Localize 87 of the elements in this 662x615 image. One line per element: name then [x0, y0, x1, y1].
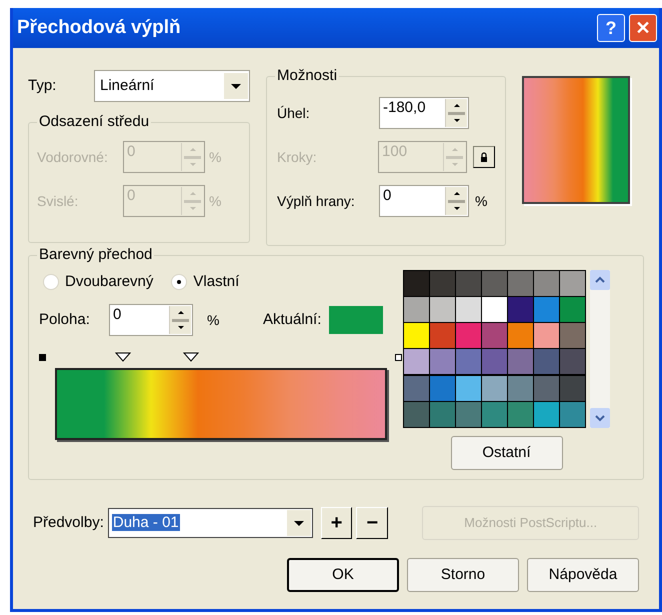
unit-label: %	[209, 148, 222, 166]
color-swatch[interactable]	[508, 349, 533, 374]
field-label: Předvolby:	[33, 512, 104, 533]
color-swatch[interactable]	[404, 376, 429, 401]
color-swatch[interactable]	[482, 323, 507, 348]
close-button[interactable]: ✕	[629, 14, 657, 42]
radio-label: Vlastní	[193, 272, 240, 292]
end-marker-icon[interactable]	[395, 354, 402, 361]
color-swatch[interactable]	[508, 297, 533, 322]
scroll-up-icon[interactable]	[590, 270, 610, 290]
color-swatch[interactable]	[430, 402, 455, 427]
color-swatch[interactable]	[534, 376, 559, 401]
color-swatch[interactable]	[430, 323, 455, 348]
other-colors-button[interactable]: Ostatní	[450, 436, 562, 470]
unit-label: %	[209, 192, 222, 210]
spinner-icon[interactable]	[445, 187, 467, 215]
field-label: Typ:	[28, 76, 58, 96]
color-swatch[interactable]	[482, 349, 507, 374]
color-swatch[interactable]	[534, 271, 559, 296]
color-swatch[interactable]	[404, 323, 429, 348]
color-swatch[interactable]	[456, 376, 481, 401]
number-field[interactable]: -180,0	[379, 97, 469, 129]
color-swatch[interactable]	[430, 349, 455, 374]
field-label: Aktuální:	[263, 310, 322, 330]
stop-marker-icon[interactable]	[115, 352, 131, 362]
radio-button[interactable]	[43, 274, 59, 290]
color-swatch[interactable]	[508, 271, 533, 296]
color-swatch[interactable]	[560, 297, 585, 322]
color-swatch[interactable]	[508, 376, 533, 401]
scroll-down-icon[interactable]	[590, 408, 610, 428]
color-swatch[interactable]	[534, 323, 559, 348]
remove-preset-button[interactable]: −	[356, 507, 388, 539]
color-swatch[interactable]	[430, 297, 455, 322]
color-swatch[interactable]	[560, 349, 585, 374]
help-button[interactable]: ?	[597, 14, 625, 42]
color-swatch[interactable]	[456, 323, 481, 348]
number-field[interactable]: 0	[109, 304, 193, 336]
color-swatch[interactable]	[482, 297, 507, 322]
field-label: Výplň hrany:	[277, 192, 356, 211]
radio-button[interactable]	[171, 274, 188, 290]
color-swatch[interactable]	[534, 297, 559, 322]
color-swatch[interactable]	[456, 271, 481, 296]
color-swatch[interactable]	[508, 402, 533, 427]
lock-button[interactable]	[473, 146, 495, 168]
dialog-button[interactable]: OK	[287, 558, 399, 592]
color-swatch[interactable]	[560, 271, 585, 296]
color-swatch[interactable]	[404, 349, 429, 374]
color-swatch[interactable]	[404, 402, 429, 427]
dialog-button[interactable]: Nápověda	[527, 558, 639, 592]
color-swatch[interactable]	[508, 323, 533, 348]
color-swatch[interactable]	[456, 402, 481, 427]
spinner-icon[interactable]	[169, 306, 191, 334]
add-preset-button[interactable]: +	[320, 507, 352, 539]
dialog-button[interactable]: Storno	[407, 558, 519, 592]
lock-icon	[479, 152, 490, 162]
color-swatch[interactable]	[404, 271, 429, 296]
field-label: Vodorovné:	[37, 148, 109, 166]
color-swatch[interactable]	[456, 349, 481, 374]
color-swatch[interactable]	[430, 376, 455, 401]
color-swatch[interactable]	[404, 297, 429, 322]
color-swatch[interactable]	[560, 376, 585, 401]
color-swatch[interactable]	[482, 402, 507, 427]
window-title: Přechodová výplň	[17, 16, 182, 40]
color-swatch[interactable]	[560, 323, 585, 348]
field-label: Úhel:	[277, 104, 311, 122]
field-label: Kroky:	[277, 148, 318, 167]
presets-dropdown[interactable]: Duha - 01	[108, 508, 313, 538]
color-swatch[interactable]	[534, 349, 559, 374]
color-swatch[interactable]	[430, 271, 455, 296]
start-marker-icon[interactable]	[39, 354, 46, 361]
group-title: Barevný přechod	[37, 245, 154, 265]
radio-label: Dvoubarevný	[65, 272, 154, 292]
stop-marker-icon[interactable]	[183, 352, 199, 362]
scrollbar[interactable]	[590, 270, 610, 428]
color-swatch[interactable]	[560, 402, 585, 427]
unit-label: %	[207, 310, 220, 330]
type-dropdown[interactable]: Lineární	[94, 70, 250, 102]
gradient-bar[interactable]	[55, 368, 387, 440]
field-label: Poloha:	[39, 310, 91, 330]
color-swatch[interactable]	[482, 271, 507, 296]
spinner-icon[interactable]	[445, 99, 467, 127]
number-field[interactable]: 0	[379, 185, 469, 217]
field-label: Svislé:	[37, 192, 80, 210]
color-swatch[interactable]	[482, 376, 507, 401]
color-swatch[interactable]	[534, 402, 559, 427]
color-swatch[interactable]	[456, 297, 481, 322]
unit-label: %	[475, 192, 488, 210]
